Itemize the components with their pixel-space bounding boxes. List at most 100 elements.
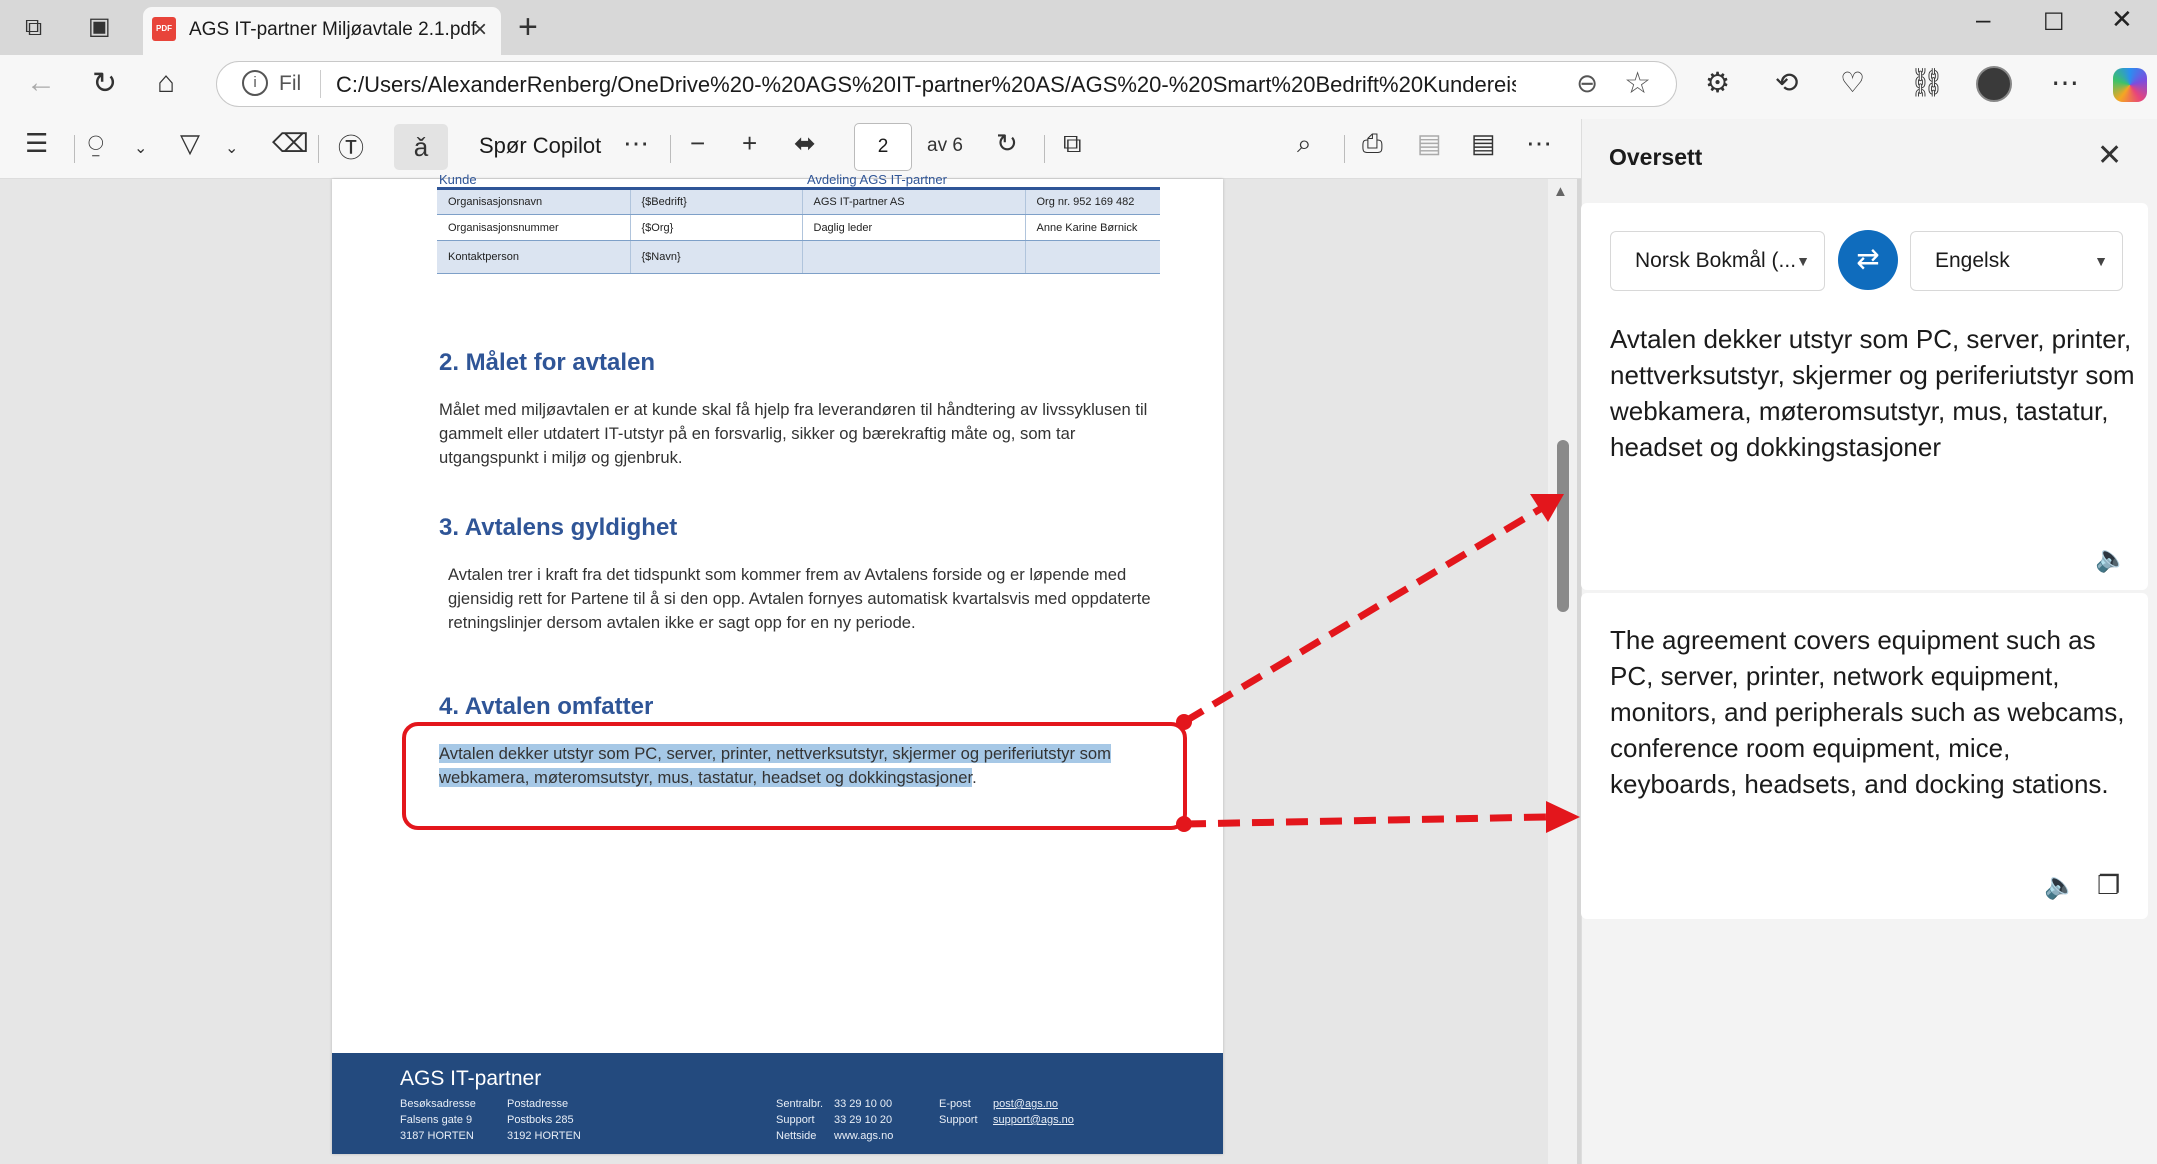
ask-copilot-button[interactable]: Spør Copilot: [479, 133, 601, 159]
read-aloud-icon[interactable]: ǎ: [394, 124, 448, 170]
footer-brand: AGS IT-partner: [400, 1067, 542, 1090]
rotate-icon[interactable]: ↻: [996, 128, 1018, 159]
close-panel-icon[interactable]: ✕: [2097, 138, 2122, 173]
table-cell: [802, 240, 1026, 274]
section-3-title: 3. Avtalens gyldighet: [439, 514, 678, 541]
page-number-input[interactable]: 2: [854, 123, 912, 171]
table-cell: AGS IT-partner AS: [802, 187, 1026, 215]
source-language-value: Norsk Bokmål (...: [1635, 249, 1797, 272]
selected-text-line[interactable]: Avtalen dekker utstyr som PC, server, pr…: [439, 744, 1111, 763]
draw-icon[interactable]: ▽: [180, 128, 200, 159]
close-tab-icon[interactable]: ×: [473, 16, 487, 44]
extensions-icon[interactable]: ⚙: [1705, 66, 1730, 99]
new-tab-icon[interactable]: +: [518, 8, 538, 47]
page-view-icon[interactable]: ⧉: [1063, 128, 1082, 160]
back-icon[interactable]: ←: [26, 66, 56, 100]
copilot-icon[interactable]: [2113, 68, 2147, 102]
swap-languages-button[interactable]: ⇄: [1838, 230, 1898, 290]
footer-email-link[interactable]: post@ags.no: [993, 1098, 1058, 1110]
vertical-tabs-icon[interactable]: ▣: [88, 12, 111, 41]
browser-essentials-icon[interactable]: ♡: [1840, 66, 1865, 99]
refresh-icon[interactable]: ↻: [92, 66, 117, 101]
minimize-icon[interactable]: –: [1976, 4, 1990, 35]
workspaces-icon[interactable]: ⧉: [25, 14, 42, 42]
profile-avatar[interactable]: [1976, 66, 2012, 102]
toolbar-divider: [1344, 135, 1345, 163]
save-as-icon[interactable]: ▤: [1471, 128, 1496, 159]
section-2-title: 2. Målet for avtalen: [439, 349, 656, 376]
table-cell: Daglig leder: [802, 214, 1026, 241]
table-cell: {$Bedrift}: [630, 187, 803, 215]
fit-page-icon[interactable]: ⬌: [794, 128, 816, 159]
footer-text: Support: [776, 1114, 815, 1126]
scrollbar[interactable]: [1548, 179, 1577, 1164]
section-3-text: Avtalen trer i kraft fra det tidspunkt s…: [448, 565, 1151, 632]
eraser-icon[interactable]: ⌫: [272, 128, 309, 159]
table-row: Kontaktperson {$Navn}: [437, 240, 1160, 274]
target-language-select[interactable]: Engelsk ▼: [1910, 231, 2123, 291]
url-text[interactable]: C:/Users/AlexanderRenberg/OneDrive%20-%2…: [336, 72, 1516, 98]
table-cell: {$Org}: [630, 214, 803, 241]
section-4-text[interactable]: Avtalen dekker utstyr som PC, server, pr…: [439, 742, 1179, 790]
footer-text: Besøksadresse: [400, 1098, 476, 1110]
print-icon[interactable]: ⎙: [1362, 128, 1383, 160]
table-cell: Organisasjonsnummer: [437, 214, 631, 241]
footer-phone-values: 33 29 10 00 33 29 10 20 www.ags.no: [834, 1096, 893, 1144]
toolbar-divider: [1044, 135, 1045, 163]
section-4-title: 4. Avtalen omfatter: [439, 693, 654, 720]
address-scheme: Fil: [279, 72, 302, 95]
zoom-in-icon[interactable]: +: [742, 128, 757, 159]
page-footer: AGS IT-partner Besøksadresse Falsens gat…: [332, 1053, 1223, 1154]
selected-text-line[interactable]: webkamera, møteromsutstyr, mus, tastatur…: [439, 768, 973, 787]
toolbar-divider: [74, 135, 75, 163]
draw-dropdown-icon[interactable]: ⌄: [225, 138, 238, 158]
panel-title: Oversett: [1609, 144, 1703, 170]
footer-email-link[interactable]: support@ags.no: [993, 1114, 1074, 1126]
toolbar-divider: [318, 135, 319, 163]
footer-text: Postboks 285: [507, 1114, 574, 1126]
add-text-icon[interactable]: Ⓣ: [338, 128, 364, 165]
search-icon[interactable]: ⌕: [1297, 128, 1312, 160]
chevron-down-icon: ▼: [2094, 253, 2108, 269]
footer-text: E-post: [939, 1098, 971, 1110]
scrollbar-thumb[interactable]: [1557, 440, 1569, 612]
text-period: .: [972, 768, 977, 787]
footer-visit-address: Besøksadresse Falsens gate 9 3187 HORTEN: [400, 1096, 476, 1144]
table-row: Organisasjonsnummer {$Org} Daglig leder …: [437, 214, 1160, 241]
browser-tab[interactable]: PDF AGS IT-partner Miljøavtale 2.1.pdf ×: [143, 7, 501, 55]
history-icon[interactable]: ⟲: [1775, 66, 1798, 99]
section-2-text: Målet med miljøavtalen er at kunde skal …: [439, 400, 1148, 467]
highlight-dropdown-icon[interactable]: ⌄: [134, 138, 147, 158]
table-cell: Org nr. 952 169 482: [1025, 187, 1160, 215]
info-icon[interactable]: i: [242, 70, 268, 96]
more-options-icon[interactable]: ⋯: [2051, 66, 2079, 99]
more-tools-icon[interactable]: ⋯: [623, 128, 649, 159]
source-language-select[interactable]: Norsk Bokmål (... ▼: [1610, 231, 1825, 291]
contents-list-icon[interactable]: ☰: [25, 128, 48, 159]
collections-icon[interactable]: ⛓: [1909, 66, 1945, 99]
save-icon[interactable]: ▤: [1417, 128, 1442, 159]
scroll-up-icon[interactable]: ▲: [1553, 183, 1568, 200]
speaker-icon[interactable]: 🔈: [2095, 543, 2127, 574]
zoom-icon[interactable]: ⊖: [1576, 68, 1598, 99]
close-window-icon[interactable]: ✕: [2111, 4, 2133, 35]
address-separator: [320, 70, 321, 98]
page-count: av 6: [927, 135, 963, 156]
zoom-out-icon[interactable]: −: [690, 128, 705, 159]
translated-text: The agreement covers equipment such as P…: [1610, 625, 2125, 799]
footer-post-address: Postadresse Postboks 285 3192 HORTEN: [507, 1096, 581, 1144]
highlight-icon[interactable]: ⍜: [88, 128, 104, 160]
footer-text: www.ags.no: [834, 1130, 894, 1142]
home-icon[interactable]: ⌂: [157, 66, 175, 100]
pdf-page: Kunde Avdeling AGS IT-partner Organisasj…: [332, 172, 1223, 1154]
maximize-icon[interactable]: ☐: [2043, 8, 2065, 37]
more-options-icon[interactable]: ⋯: [1526, 128, 1552, 159]
address-bar[interactable]: i Fil C:/Users/AlexanderRenberg/OneDrive…: [216, 61, 1677, 107]
table-cell: Organisasjonsnavn: [437, 187, 631, 215]
speaker-icon[interactable]: 🔈: [2044, 870, 2076, 901]
source-text: Avtalen dekker utstyr som PC, server, pr…: [1610, 324, 2135, 462]
favorite-star-icon[interactable]: ☆: [1624, 66, 1651, 101]
footer-text: 3187 HORTEN: [400, 1130, 474, 1142]
copy-icon[interactable]: ❐: [2097, 870, 2120, 901]
footer-text: Postadresse: [507, 1098, 569, 1110]
